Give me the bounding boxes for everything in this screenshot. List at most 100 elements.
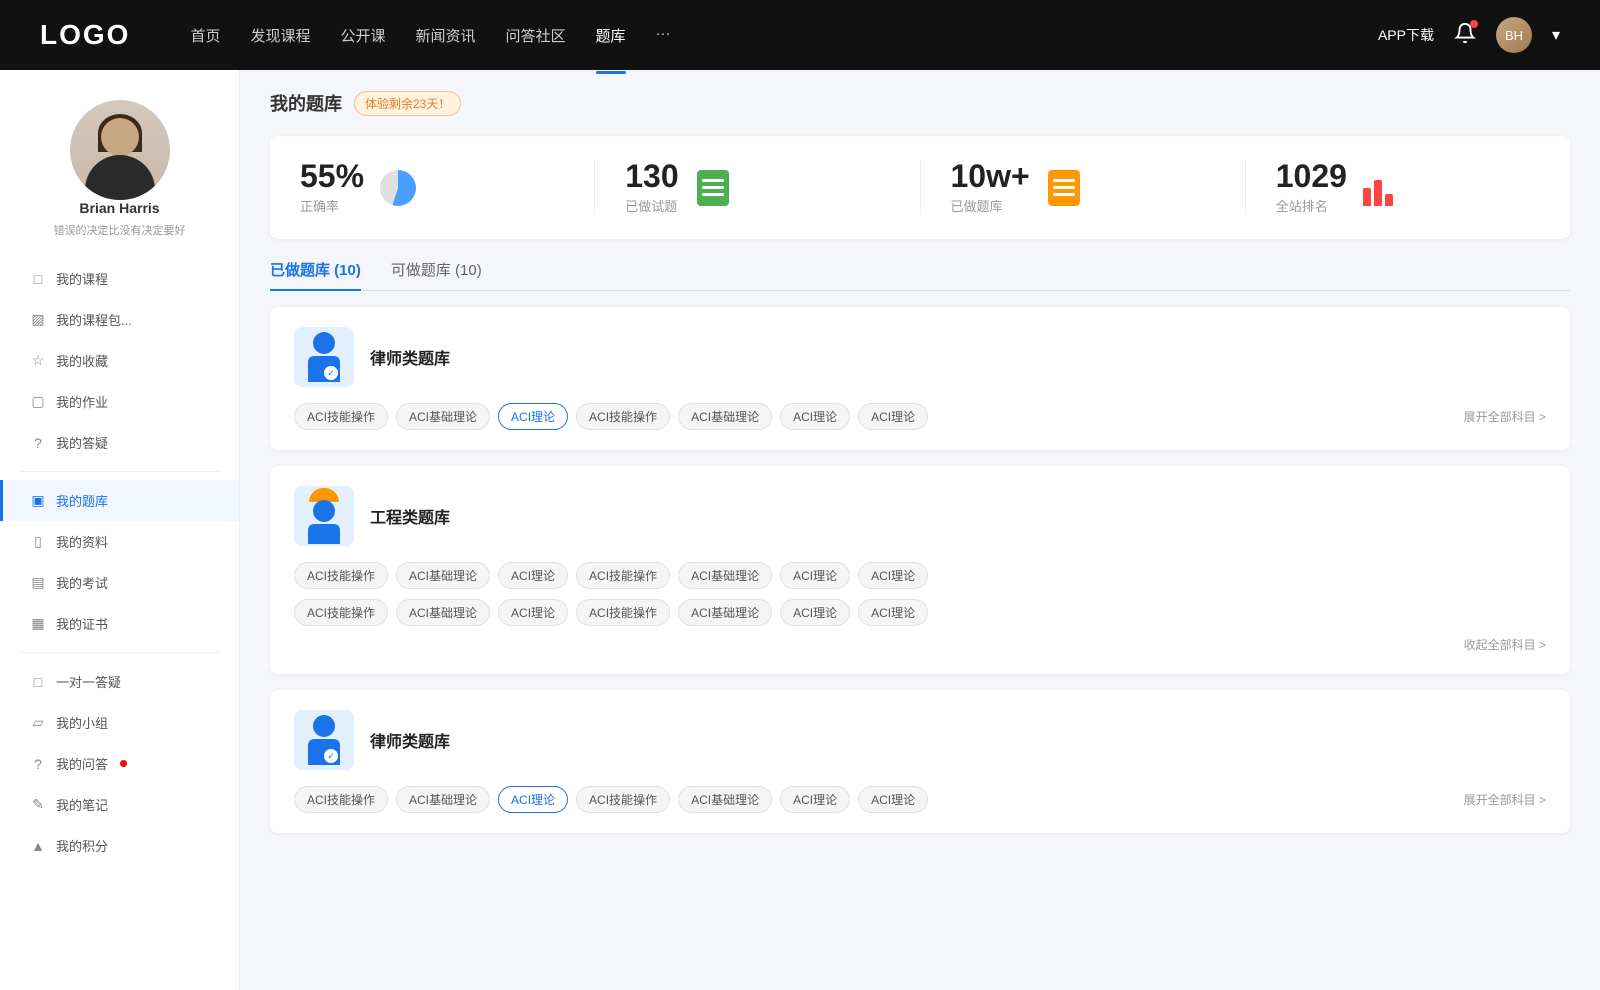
sidebar-label-notes: 我的笔记 — [56, 795, 108, 814]
sidebar-item-my-qa[interactable]: ? 我的问答 — [0, 743, 239, 784]
expand-link-3[interactable]: 展开全部科目 > — [1464, 791, 1546, 808]
nav-news[interactable]: 新闻资讯 — [416, 21, 476, 50]
collapse-link-2[interactable]: 收起全部科目 > — [1464, 638, 1546, 652]
stat-banks-done-value: 10w+ — [951, 160, 1030, 192]
file-orange-icon — [1048, 170, 1080, 206]
eng-tag-2[interactable]: ACI基础理论 — [396, 562, 490, 589]
tag-aci-theory-3[interactable]: ACI理论 — [858, 403, 928, 430]
tag-aci-skill-1[interactable]: ACI技能操作 — [294, 403, 388, 430]
nav-links: 首页 发现课程 公开课 新闻资讯 问答社区 题库 ··· — [190, 21, 1378, 50]
sidebar-label-qbank: 我的题库 — [56, 491, 108, 510]
nav-more[interactable]: ··· — [656, 21, 671, 50]
sidebar-label-1on1: 一对一答疑 — [56, 672, 121, 691]
eng-tag-13[interactable]: ACI理论 — [780, 599, 850, 626]
tag-aci-basic-2[interactable]: ACI基础理论 — [678, 403, 772, 430]
nav-qa[interactable]: 问答社区 — [506, 21, 566, 50]
eng-tag-3[interactable]: ACI理论 — [498, 562, 568, 589]
user-avatar[interactable]: BH — [1496, 17, 1532, 53]
nav-avatar-dropdown[interactable]: ▾ — [1552, 25, 1560, 45]
lawyer2-tag-7[interactable]: ACI理论 — [858, 786, 928, 813]
lawyer-head-icon — [313, 332, 335, 354]
sidebar-item-ask[interactable]: ? 我的答疑 — [0, 422, 239, 463]
nav-open-class[interactable]: 公开课 — [340, 21, 385, 50]
eng-tag-14[interactable]: ACI理论 — [858, 599, 928, 626]
sidebar-item-points[interactable]: ▲ 我的积分 — [0, 825, 239, 866]
eng-tag-5[interactable]: ACI基础理论 — [678, 562, 772, 589]
eng-tag-1[interactable]: ACI技能操作 — [294, 562, 388, 589]
tab-done-banks[interactable]: 已做题库 (10) — [270, 259, 361, 290]
lawyer2-tag-6[interactable]: ACI理论 — [780, 786, 850, 813]
menu-divider-1 — [20, 471, 219, 472]
tab-available-banks[interactable]: 可做题库 (10) — [391, 259, 482, 290]
sidebar-item-my-courses[interactable]: □ 我的课程 — [0, 258, 239, 299]
app-download-button[interactable]: APP下载 — [1378, 25, 1434, 45]
lawyer2-head-icon — [313, 715, 335, 737]
exam-icon: ▤ — [30, 575, 46, 591]
sidebar-user-name: Brian Harris — [79, 200, 159, 216]
sidebar-item-notes[interactable]: ✎ 我的笔记 — [0, 784, 239, 825]
banks-done-icon — [1044, 168, 1084, 208]
qbank-card-lawyer-2: ✓ 律师类题库 ACI技能操作 ACI基础理论 ACI理论 ACI技能操作 AC… — [270, 690, 1570, 833]
notification-dot — [1470, 20, 1478, 28]
tag-aci-skill-2[interactable]: ACI技能操作 — [576, 403, 670, 430]
questions-done-icon — [693, 168, 733, 208]
qbank-title-1: 律师类题库 — [370, 345, 450, 369]
user-avatar-large — [70, 100, 170, 200]
eng-tag-11[interactable]: ACI技能操作 — [576, 599, 670, 626]
stat-correct-rate: 55% 正确率 — [270, 160, 595, 215]
my-qa-icon: ? — [30, 756, 46, 772]
sidebar-item-favorites[interactable]: ☆ 我的收藏 — [0, 340, 239, 381]
stat-banks-done-label: 已做题库 — [951, 196, 1030, 215]
menu-divider-2 — [20, 652, 219, 653]
logo: LOGO — [40, 19, 130, 51]
certificate-icon: ▦ — [30, 616, 46, 632]
course-package-icon: ▨ — [30, 312, 46, 328]
lawyer2-tag-active[interactable]: ACI理论 — [498, 786, 568, 813]
nav-discover[interactable]: 发现课程 — [250, 21, 310, 50]
stats-row: 55% 正确率 130 已做试题 — [270, 136, 1570, 239]
sidebar-label-materials: 我的资料 — [56, 532, 108, 551]
lawyer-body-icon: ✓ — [308, 356, 340, 382]
eng-tag-6[interactable]: ACI理论 — [780, 562, 850, 589]
sidebar-item-exam[interactable]: ▤ 我的考试 — [0, 562, 239, 603]
eng-tag-8[interactable]: ACI技能操作 — [294, 599, 388, 626]
expand-link-1[interactable]: 展开全部科目 > — [1464, 408, 1546, 425]
sidebar-item-certificate[interactable]: ▦ 我的证书 — [0, 603, 239, 644]
nav-home[interactable]: 首页 — [190, 21, 220, 50]
main-container: Brian Harris 错误的决定比没有决定要好 □ 我的课程 ▨ 我的课程包… — [0, 70, 1600, 990]
page-title: 我的题库 — [270, 90, 342, 116]
stat-correct-rate-label: 正确率 — [300, 196, 364, 215]
stat-questions-done: 130 已做试题 — [595, 160, 920, 215]
correct-rate-icon — [378, 168, 418, 208]
sidebar-menu: □ 我的课程 ▨ 我的课程包... ☆ 我的收藏 ▢ 我的作业 ? 我的答疑 ▣ — [0, 258, 239, 866]
lawyer2-tag-2[interactable]: ACI基础理论 — [396, 786, 490, 813]
eng-tag-10[interactable]: ACI理论 — [498, 599, 568, 626]
tag-aci-theory-active-1[interactable]: ACI理论 — [498, 403, 568, 430]
notes-icon: ✎ — [30, 797, 46, 813]
eng-tag-7[interactable]: ACI理论 — [858, 562, 928, 589]
sidebar-label-favorites: 我的收藏 — [56, 351, 108, 370]
lawyer2-tag-4[interactable]: ACI技能操作 — [576, 786, 670, 813]
nav-qbank[interactable]: 题库 — [596, 21, 626, 50]
sidebar-item-course-package[interactable]: ▨ 我的课程包... — [0, 299, 239, 340]
qa-red-dot — [120, 760, 127, 767]
qbank-tags-row-2b: ACI技能操作 ACI基础理论 ACI理论 ACI技能操作 ACI基础理论 AC… — [294, 599, 1546, 626]
pie-chart-icon — [380, 170, 416, 206]
lawyer2-tag-1[interactable]: ACI技能操作 — [294, 786, 388, 813]
qbank-title-3: 律师类题库 — [370, 728, 450, 752]
eng-tag-9[interactable]: ACI基础理论 — [396, 599, 490, 626]
sidebar-item-materials[interactable]: ▯ 我的资料 — [0, 521, 239, 562]
lawyer2-body-icon: ✓ — [308, 739, 340, 765]
qbank-header-1: ✓ 律师类题库 — [294, 327, 1546, 387]
sidebar-item-homework[interactable]: ▢ 我的作业 — [0, 381, 239, 422]
eng-tag-12[interactable]: ACI基础理论 — [678, 599, 772, 626]
sidebar-item-qbank[interactable]: ▣ 我的题库 — [0, 480, 239, 521]
lawyer2-tag-5[interactable]: ACI基础理论 — [678, 786, 772, 813]
notification-bell[interactable] — [1454, 22, 1476, 49]
tag-aci-basic-1[interactable]: ACI基础理论 — [396, 403, 490, 430]
qbank-avatar-engineer — [294, 486, 354, 546]
sidebar-item-group[interactable]: ▱ 我的小组 — [0, 702, 239, 743]
eng-tag-4[interactable]: ACI技能操作 — [576, 562, 670, 589]
tag-aci-theory-2[interactable]: ACI理论 — [780, 403, 850, 430]
sidebar-item-1on1[interactable]: □ 一对一答疑 — [0, 661, 239, 702]
